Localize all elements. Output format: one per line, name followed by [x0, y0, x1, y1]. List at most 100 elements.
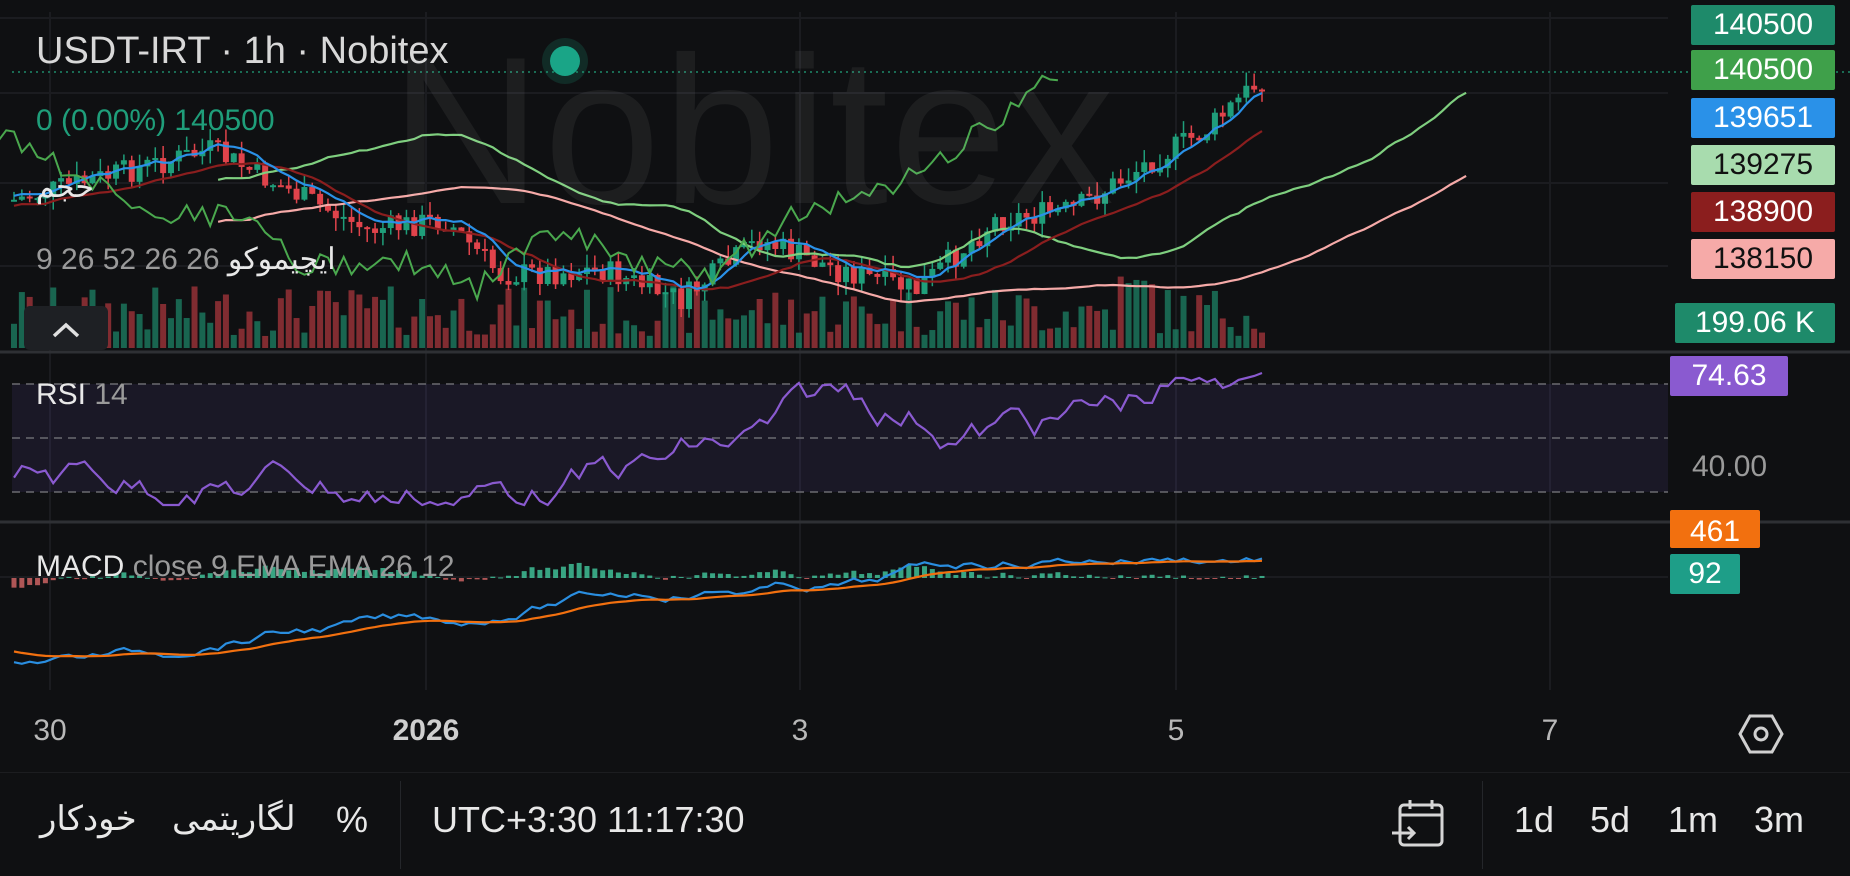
macd-legend[interactable]: MACD close 9 EMA EMA 26 12 — [36, 550, 455, 584]
volume-bar — [937, 311, 944, 348]
volume-bar — [1211, 290, 1218, 348]
hexagon-settings-icon — [1738, 714, 1784, 754]
macd-histogram-bar — [906, 564, 912, 578]
macd-histogram-bar — [553, 569, 559, 578]
candle-body — [372, 228, 379, 233]
volume-bar — [356, 294, 363, 348]
volume-bar — [576, 328, 583, 348]
macd-histogram-bar — [568, 563, 574, 578]
macd-histogram-bar — [1204, 578, 1210, 579]
candle-body — [348, 216, 355, 222]
volume-bar — [599, 323, 606, 348]
candle-body — [591, 267, 598, 270]
volume-bar — [811, 311, 818, 348]
volume-bar — [780, 324, 787, 348]
volume-bar — [646, 335, 653, 348]
range-3m-button[interactable]: 3m — [1754, 799, 1804, 841]
percent-scale-toggle[interactable]: % — [336, 799, 368, 841]
range-1d-button[interactable]: 1d — [1514, 799, 1554, 841]
volume-bar — [403, 334, 410, 348]
volume-bar — [960, 319, 967, 348]
volume-bar — [458, 298, 465, 348]
candle-body — [1141, 162, 1148, 172]
macd-histogram-bar — [1024, 578, 1030, 579]
macd-histogram-bar — [623, 574, 629, 578]
macd-histogram-bar — [953, 574, 959, 578]
candle-body — [128, 160, 135, 182]
range-1m-button[interactable]: 1m — [1668, 799, 1718, 841]
chart-stage[interactable]: Nobitex USDT-IRT · 1h · Nobitex 0 (0.00%… — [0, 0, 1850, 876]
candle-body — [905, 278, 912, 290]
macd-histogram-bar — [662, 578, 668, 580]
volume-bar — [481, 334, 488, 348]
macd-histogram-bar — [1165, 575, 1171, 578]
macd-histogram-bar — [1157, 576, 1163, 578]
candle-body — [26, 196, 33, 199]
volume-bar — [890, 299, 897, 348]
volume-bar — [1117, 276, 1124, 348]
timezone-clock[interactable]: UTC+3:30 11:17:30 — [432, 799, 745, 841]
volume-bar — [1180, 295, 1187, 348]
macd-histogram-bar — [647, 575, 653, 578]
watermark: Nobitex — [390, 13, 1117, 248]
rsi-legend[interactable]: RSI 14 — [36, 378, 128, 412]
macd-histogram-bar — [1118, 575, 1124, 578]
macd-histogram-bar — [1228, 578, 1234, 579]
volume-bar — [929, 330, 936, 348]
volume-legend[interactable]: حجم — [36, 170, 94, 205]
macd-histogram-bar — [969, 572, 975, 578]
volume-bar — [489, 324, 496, 348]
volume-bar — [285, 289, 292, 348]
price-tag: 140500 — [1691, 50, 1835, 90]
go-to-date-button[interactable] — [1392, 797, 1446, 851]
symbol-title[interactable]: USDT-IRT · 1h · Nobitex — [36, 30, 449, 73]
volume-bar — [725, 318, 732, 348]
volume-bar — [529, 328, 536, 348]
price-tag: 140500 — [1691, 5, 1835, 45]
live-dot-icon — [550, 46, 580, 76]
volume-bar — [1054, 327, 1061, 348]
macd-histogram-bar — [615, 572, 621, 578]
volume-bar — [505, 288, 512, 348]
ichimoku-legend[interactable]: ایچیموکو 26 26 52 26 9 — [36, 242, 336, 277]
volume-bar — [427, 316, 433, 348]
macd-histogram-bar — [1047, 573, 1053, 578]
volume-bar — [230, 334, 237, 348]
candle-body — [835, 265, 842, 283]
volume-bar — [740, 315, 747, 348]
candle-body — [937, 262, 944, 269]
range-5d-button[interactable]: 5d — [1590, 799, 1630, 841]
volume-bar — [1204, 304, 1211, 348]
volume-bar — [992, 289, 999, 348]
volume-bar — [1062, 311, 1069, 348]
chart-settings-button[interactable] — [1738, 712, 1784, 756]
volume-bar — [113, 331, 120, 348]
volume-bar — [11, 323, 17, 348]
volume-bar — [1039, 330, 1046, 348]
volume-bar — [497, 304, 504, 348]
volume-bar — [199, 312, 206, 348]
candle-body — [850, 266, 857, 284]
candle-body — [379, 228, 386, 233]
volume-bar — [1031, 306, 1038, 348]
volume-bar — [372, 296, 379, 348]
macd-histogram-bar — [725, 574, 731, 578]
macd-histogram-bar — [1220, 576, 1226, 578]
candle-body — [270, 185, 277, 188]
volume-bar — [756, 299, 763, 348]
macd-histogram-bar — [482, 578, 488, 580]
collapse-legend-button[interactable] — [24, 306, 108, 350]
volume-bar — [309, 305, 316, 348]
log-scale-toggle[interactable]: لگاریتمی — [172, 799, 296, 839]
macd-histogram-bar — [19, 578, 25, 588]
volume-bar — [301, 332, 308, 348]
macd-histogram-bar — [1008, 575, 1014, 578]
candle-body — [560, 273, 567, 285]
candle-body — [1251, 85, 1258, 90]
volume-bar — [262, 335, 269, 348]
auto-scale-toggle[interactable]: خودکار — [40, 799, 137, 839]
volume-bar — [1133, 279, 1140, 348]
volume-bar — [1070, 327, 1077, 348]
volume-bar — [144, 329, 151, 348]
macd-histogram-bar — [1212, 578, 1218, 579]
